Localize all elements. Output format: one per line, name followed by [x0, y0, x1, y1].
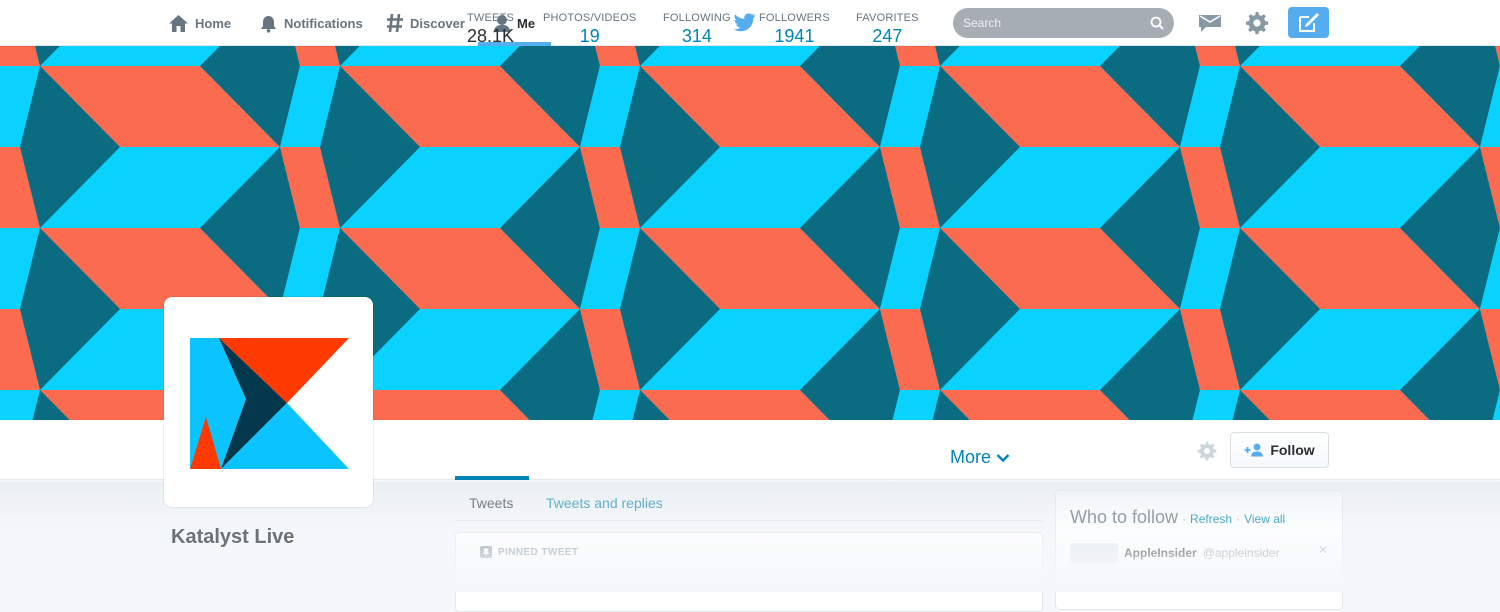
nav-notifications[interactable]: Notifications [259, 0, 363, 46]
refresh-link[interactable]: Refresh [1190, 512, 1232, 526]
stat-followers[interactable]: FOLLOWERS 1941 [759, 12, 830, 47]
nav-me-label: Me [517, 15, 536, 31]
stat-tweets-value: 28.1K [467, 26, 515, 46]
more-label: More [950, 447, 992, 467]
nav-home-label: Home [195, 15, 232, 31]
tab-tweets-and-replies[interactable]: Tweets and replies [546, 495, 663, 511]
direct-messages-icon[interactable] [1198, 13, 1222, 33]
stat-active-indicator [455, 476, 529, 480]
twitter-bird-icon[interactable] [734, 13, 756, 32]
add-user-icon [1244, 443, 1264, 457]
top-navigation-bar: Home Notifications Discover Me [0, 0, 1500, 46]
who-to-follow-title: Who to follow [1070, 507, 1179, 527]
stat-following-label: FOLLOWING [663, 12, 731, 24]
suggested-user-name: AppleInsider [1124, 546, 1197, 560]
stat-photos-videos-value: 19 [579, 26, 600, 46]
follow-button[interactable]: Follow [1230, 432, 1329, 468]
dismiss-icon[interactable]: ✕ [1318, 543, 1328, 557]
compose-icon [1298, 12, 1319, 32]
stat-followers-value: 1941 [774, 26, 815, 46]
compose-tweet-button[interactable] [1288, 7, 1329, 38]
stat-photos-videos[interactable]: PHOTOS/VIDEOS 19 [543, 12, 636, 47]
home-icon [169, 14, 188, 32]
view-all-link[interactable]: View all [1244, 512, 1285, 526]
pinned-tweet-card[interactable]: PINNED TWEET [455, 532, 1043, 612]
katalyst-logo-image [190, 338, 349, 469]
chevron-down-icon [996, 453, 1010, 462]
hashtag-icon [387, 13, 403, 33]
stat-tweets-label: TWEETS [467, 12, 515, 24]
stat-favorites-label: FAVORITES [856, 12, 919, 24]
stat-photos-videos-label: PHOTOS/VIDEOS [543, 12, 637, 24]
tab-tweets[interactable]: Tweets [469, 495, 513, 511]
separator-dot: · [1182, 512, 1187, 526]
profile-settings-gear-icon[interactable] [1197, 441, 1217, 461]
suggested-user[interactable]: AppleInsider @appleinsider [1070, 543, 1280, 563]
pin-icon [480, 546, 492, 558]
stat-tweets[interactable]: TWEETS 28.1K [467, 12, 514, 47]
stat-favorites-value: 247 [872, 26, 903, 46]
separator-dot: · [1236, 512, 1241, 526]
bell-icon [261, 15, 276, 33]
nav-home[interactable]: Home [168, 0, 231, 46]
nav-discover[interactable]: Discover [386, 0, 465, 46]
stat-favorites[interactable]: FAVORITES 247 [856, 12, 919, 47]
stat-followers-label: FOLLOWERS [759, 12, 830, 24]
profile-name[interactable]: Katalyst Live [171, 526, 294, 549]
settings-gear-icon[interactable] [1245, 11, 1269, 35]
search-input[interactable] [963, 16, 1143, 30]
nav-notifications-label: Notifications [284, 15, 363, 31]
stat-following[interactable]: FOLLOWING 314 [663, 12, 731, 47]
pinned-tweet-label: PINNED TWEET [498, 546, 579, 558]
suggested-user-handle: @appleinsider [1202, 546, 1280, 560]
nav-discover-label: Discover [410, 15, 465, 31]
follow-label: Follow [1270, 442, 1315, 458]
stat-following-value: 314 [681, 26, 712, 46]
avatar [1070, 543, 1118, 563]
who-to-follow-module: Who to follow · Refresh · View all Apple… [1055, 490, 1343, 610]
profile-avatar[interactable] [164, 297, 373, 507]
search-icon[interactable] [1150, 16, 1164, 30]
pinned-tweet-header: PINNED TWEET [480, 546, 578, 558]
more-dropdown[interactable]: More [950, 447, 1010, 468]
search-box[interactable] [953, 8, 1174, 38]
timeline-tabs: Tweets Tweets and replies [455, 481, 1043, 521]
who-to-follow-header: Who to follow · Refresh · View all [1070, 507, 1285, 528]
